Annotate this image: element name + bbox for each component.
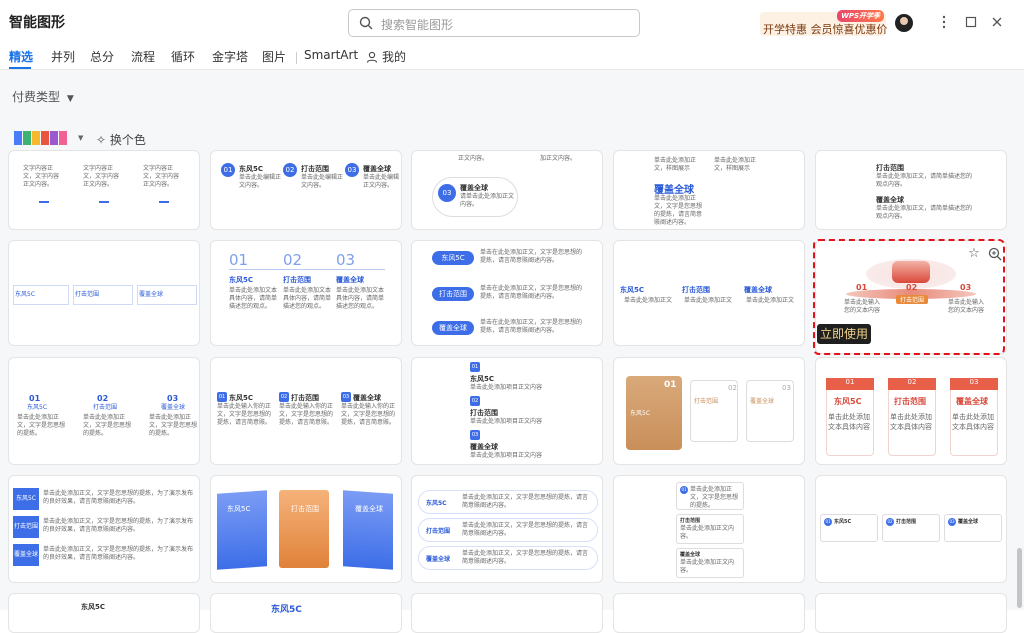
tab-cycle[interactable]: 循环: [171, 48, 195, 65]
tab-parallel[interactable]: 并列: [51, 48, 75, 65]
search-icon: [359, 16, 373, 30]
template-card[interactable]: 单击此处添加正文，样图展示 单击此处添加正文，样图展示 覆盖全球 单击此处添加正…: [613, 150, 805, 230]
title-bar: 智能图形 搜索智能图形 WPS开学季 开学特惠 会员惊喜优惠价: [0, 0, 1024, 44]
swatch: [41, 131, 49, 145]
tab-picture[interactable]: 图片: [262, 48, 286, 65]
template-card[interactable]: 01 东风5C 02 打击范围 03 覆盖全球: [613, 357, 805, 465]
maximize-icon[interactable]: [962, 13, 980, 31]
caret-down-icon: ▼: [66, 94, 74, 104]
template-card[interactable]: 东风5C: [8, 593, 200, 633]
swap-color-label: 换个色: [109, 133, 146, 147]
template-card[interactable]: 东风5C 打击范围 覆盖全球 单击此处添加正文，文字是您思想的提炼，为了演示发布…: [8, 475, 200, 583]
template-card[interactable]: [613, 593, 805, 633]
template-card[interactable]: 01 东风5C 单击此处输入你的正文，文字是您思想的提炼，请言简意赅。 02 打…: [210, 357, 402, 465]
sparkle-icon: ✧: [96, 133, 107, 147]
template-card[interactable]: 东风5C 打击范围 覆盖全球: [8, 240, 200, 346]
swatch: [59, 131, 67, 145]
template-card[interactable]: 01 东风5C 02 打击范围 03 覆盖全球: [815, 475, 1007, 583]
template-card[interactable]: 打击范围 单击此处添加正文，请简单描述您的观点内容。 覆盖全球 单击此处添加正文…: [815, 150, 1007, 230]
template-card[interactable]: 01 东风5C 单击此处添加项目正文内容 02 打击范围 单击此处添加项目正文内…: [411, 357, 603, 465]
template-card[interactable]: [815, 593, 1007, 633]
tab-mine[interactable]: 我的: [382, 48, 406, 65]
template-card[interactable]: 01 02 03 东风5C 打击范围 覆盖全球 单击此处添加文本具体内容，请简单…: [210, 240, 402, 346]
tab-process[interactable]: 流程: [131, 48, 155, 65]
tab-smartart[interactable]: SmartArt: [304, 48, 358, 62]
search-placeholder: 搜索智能图形: [381, 18, 454, 32]
tab-divider: [296, 52, 297, 64]
more-icon[interactable]: [935, 13, 953, 31]
swatch: [32, 131, 40, 145]
user-icon: [366, 51, 378, 63]
promo-text: 开学特惠 会员惊喜优惠价: [763, 23, 888, 36]
template-card[interactable]: 东风5C 打击范围 覆盖全球 单击此处添加正文，文字是您思想的提炼，请言简意赅阐…: [411, 475, 603, 583]
template-card[interactable]: 东风5C: [210, 593, 402, 633]
color-palette[interactable]: [14, 131, 76, 145]
tab-pyramid[interactable]: 金字塔: [212, 48, 248, 65]
template-card[interactable]: 正文内容。 加正文内容。 03 覆盖全球 请单击此处添加正文内容。: [411, 150, 603, 230]
template-card[interactable]: 文字内容正文，文字内容正文内容。 文字内容正文，文字内容正文内容。 文字内容正文…: [8, 150, 200, 230]
swap-color-button[interactable]: ✧ 换个色: [96, 131, 146, 148]
template-card[interactable]: 01 02 03 东风5C 打击范围 覆盖全球 单击此处添加正文，文字是您思想的…: [8, 357, 200, 465]
search-input[interactable]: 搜索智能图形: [348, 9, 640, 37]
app-title: 智能图形: [9, 15, 65, 31]
promo-banner[interactable]: WPS开学季 开学特惠 会员惊喜优惠价: [760, 10, 888, 36]
scrollbar-thumb[interactable]: [1017, 548, 1022, 608]
tab-featured[interactable]: 精选: [9, 48, 33, 65]
use-now-button[interactable]: 立即使用: [817, 324, 871, 344]
palette-caret-icon[interactable]: ▼: [78, 134, 83, 142]
close-icon[interactable]: [988, 13, 1006, 31]
pay-type-filter[interactable]: 付费类型 ▼: [12, 88, 74, 105]
template-card[interactable]: [411, 593, 603, 633]
template-card[interactable]: 01 单击此处添加正文，文字是您思想的提炼。 打击范围 单击此处添加正文内容。 …: [613, 475, 805, 583]
category-tabs: 精选 并列 总分 流程 循环 金字塔 图片 SmartArt 我的: [0, 44, 1024, 70]
pay-type-label: 付费类型: [12, 90, 61, 104]
template-card[interactable]: 01 东风5C 单击此处编辑正文内容。 02 打击范围 单击此处编辑正文内容。 …: [210, 150, 402, 230]
swatch: [14, 131, 22, 145]
avatar[interactable]: [895, 14, 913, 32]
swatch: [50, 131, 58, 145]
template-card[interactable]: 东风5C 单击此处添加正文 打击范围 单击此处添加正文 覆盖全球 单击此处添加正…: [613, 240, 805, 346]
tab-hierarchy[interactable]: 总分: [90, 48, 114, 65]
tab-active-indicator: [9, 67, 31, 69]
template-card[interactable]: 01 02 03 东风5C 打击范围 覆盖全球 单击此处添加文本具体内容 单击此…: [815, 357, 1007, 465]
template-card[interactable]: 东风5C 打击范围 覆盖全球: [210, 475, 402, 583]
template-card[interactable]: 东风5C 单击在此处添加正文，文字是您思想的提炼，请言简意赅阐述内容。 打击范围…: [411, 240, 603, 346]
swatch: [23, 131, 31, 145]
